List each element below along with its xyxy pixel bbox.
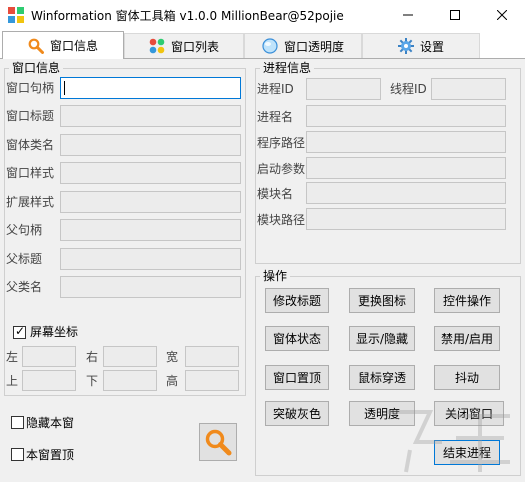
edit-title-button[interactable]: 修改标题 <box>265 288 329 313</box>
search-icon <box>28 38 44 54</box>
tab-window-list[interactable]: 窗口列表 <box>124 33 244 58</box>
window-style-input[interactable] <box>60 162 241 184</box>
hide-self-checkbox[interactable] <box>11 416 24 429</box>
grid-icon <box>149 38 165 54</box>
close-button[interactable] <box>479 0 525 30</box>
program-path-input[interactable] <box>306 131 506 153</box>
watermark-logo <box>388 410 510 473</box>
window-title-input[interactable] <box>60 105 241 127</box>
parent-handle-input[interactable] <box>60 219 241 241</box>
shake-button[interactable]: 抖动 <box>434 365 500 390</box>
field-label: 模块名 <box>257 187 294 201</box>
field-label: 窗体类名 <box>6 138 55 152</box>
control-ops-button[interactable]: 控件操作 <box>434 288 500 313</box>
field-label: 窗口样式 <box>6 166 55 180</box>
window-info-title: 窗口信息 <box>9 62 64 75</box>
tab-window-info[interactable]: 窗口信息 <box>2 31 124 59</box>
parent-class-input[interactable] <box>60 276 241 298</box>
window-state-button[interactable]: 窗体状态 <box>265 326 329 351</box>
module-name-input[interactable] <box>306 182 506 204</box>
tab-label: 设置 <box>419 39 444 54</box>
tab-settings[interactable]: 设置 <box>362 33 480 58</box>
screen-coords-checkbox[interactable]: ✓ <box>13 324 26 339</box>
module-path-input[interactable] <box>306 208 506 230</box>
field-label: 扩展样式 <box>6 195 55 209</box>
search-icon <box>205 429 232 456</box>
topmost-self-label: 本窗置顶 <box>26 448 75 462</box>
window-handle-input[interactable] <box>60 77 241 99</box>
coord-width-input[interactable] <box>185 346 239 367</box>
tid-input[interactable] <box>431 78 506 100</box>
coord-left-input[interactable] <box>22 346 76 367</box>
check-mark-icon: ✓ <box>15 324 26 338</box>
field-label: 窗口标题 <box>6 109 55 123</box>
field-label: 启动参数 <box>257 162 306 176</box>
screen-coords-label: 屏幕坐标 <box>30 325 79 339</box>
app-icon <box>8 7 24 23</box>
operations-title: 操作 <box>260 270 291 283</box>
close-icon <box>497 10 507 20</box>
coord-bottom-input[interactable] <box>103 370 157 391</box>
change-icon-button[interactable]: 更换图标 <box>349 288 415 313</box>
field-label: 模块路径 <box>257 213 306 227</box>
enable-disable-button[interactable]: 禁用/启用 <box>434 326 500 351</box>
minimize-icon <box>403 14 413 16</box>
window-title: Winformation 窗体工具箱 v1.0.0 MillionBear@52… <box>31 9 344 23</box>
find-window-button[interactable] <box>199 423 237 461</box>
show-hide-button[interactable]: 显示/隐藏 <box>349 326 415 351</box>
field-label: 窗口句柄 <box>6 81 55 95</box>
field-label: 父类名 <box>6 280 43 294</box>
coord-height-input[interactable] <box>185 370 239 391</box>
tab-label: 窗口透明度 <box>283 39 344 54</box>
globe-icon <box>262 38 278 54</box>
launch-args-input[interactable] <box>306 157 506 179</box>
window-class-input[interactable] <box>60 134 241 156</box>
process-name-input[interactable] <box>306 105 506 127</box>
pid-input[interactable] <box>306 78 381 100</box>
coord-top-input[interactable] <box>22 370 76 391</box>
mouse-passthrough-button[interactable]: 鼠标穿透 <box>349 365 415 390</box>
coord-label-height: 高 <box>166 374 179 388</box>
process-info-title: 进程信息 <box>260 62 315 75</box>
coord-label-width: 宽 <box>166 350 179 364</box>
topmost-self-checkbox[interactable] <box>11 448 24 461</box>
field-label: 程序路径 <box>257 136 306 150</box>
coord-label-bottom: 下 <box>86 374 99 388</box>
hide-self-label: 隐藏本窗 <box>26 416 75 430</box>
coord-label-left: 左 <box>6 350 19 364</box>
break-gray-button[interactable]: 突破灰色 <box>265 401 329 426</box>
maximize-button[interactable] <box>432 0 478 30</box>
maximize-icon <box>450 10 460 20</box>
field-label: 父标题 <box>6 252 43 266</box>
field-label: 父句柄 <box>6 223 43 237</box>
tab-window-opacity[interactable]: 窗口透明度 <box>244 33 362 58</box>
window-topmost-button[interactable]: 窗口置顶 <box>265 365 329 390</box>
title-bar[interactable]: Winformation 窗体工具箱 v1.0.0 MillionBear@52… <box>0 0 525 30</box>
gear-icon <box>397 38 414 54</box>
tid-label: 线程ID <box>390 82 427 96</box>
coord-label-top: 上 <box>6 374 19 388</box>
coord-label-right: 右 <box>86 350 99 364</box>
ex-style-input[interactable] <box>60 191 241 213</box>
text-caret <box>64 81 65 95</box>
tab-label: 窗口列表 <box>170 39 219 54</box>
coord-right-input[interactable] <box>103 346 157 367</box>
tab-label: 窗口信息 <box>49 39 98 53</box>
minimize-button[interactable] <box>385 0 431 30</box>
parent-title-input[interactable] <box>60 248 241 270</box>
tab-strip: 窗口信息 窗口列表 窗口透明度 设置 <box>0 31 525 59</box>
pid-label: 进程ID <box>257 82 294 96</box>
field-label: 进程名 <box>257 110 294 124</box>
